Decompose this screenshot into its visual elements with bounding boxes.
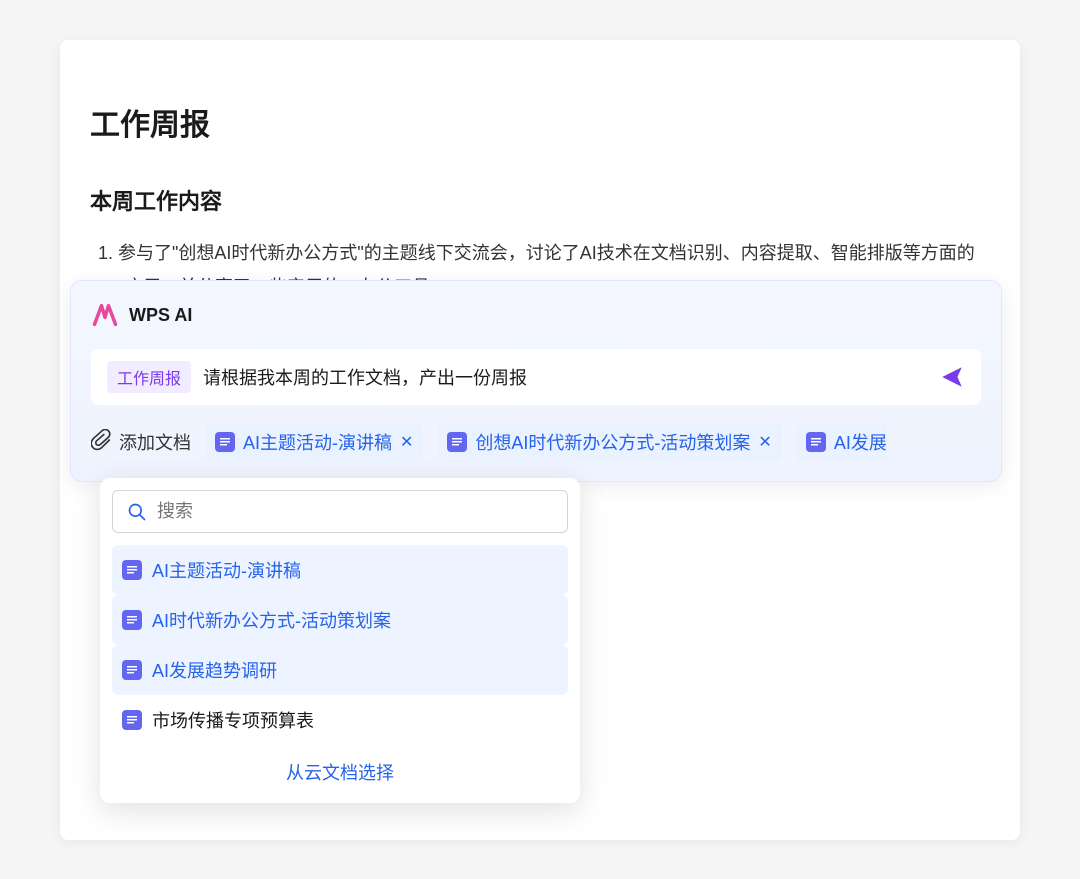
ai-prompt-text[interactable]: 请根据我本周的工作文档，产出一份周报 bbox=[203, 364, 927, 390]
search-item-label: AI时代新办公方式-活动策划案 bbox=[152, 607, 391, 633]
doc-title: 工作周报 bbox=[90, 100, 990, 144]
doc-chip[interactable]: AI主题活动-演讲稿 ✕ bbox=[205, 423, 423, 461]
document-search-dropdown: AI主题活动-演讲稿 AI时代新办公方式-活动策划案 AI发展趋势调研 市场传播… bbox=[100, 478, 580, 803]
search-item-label: AI主题活动-演讲稿 bbox=[152, 557, 301, 583]
document-icon bbox=[215, 432, 235, 452]
send-button[interactable] bbox=[939, 364, 965, 390]
document-icon bbox=[447, 432, 467, 452]
add-document-button[interactable]: 添加文档 bbox=[91, 429, 191, 456]
document-icon bbox=[122, 710, 142, 730]
doc-chip-label: AI发展 bbox=[834, 429, 887, 455]
ai-header: WPS AI bbox=[91, 301, 981, 329]
ai-panel: WPS AI 工作周报 请根据我本周的工作文档，产出一份周报 添加文档 AI主题… bbox=[70, 280, 1002, 482]
doc-chip-label: AI主题活动-演讲稿 bbox=[243, 429, 392, 455]
attachments-row: 添加文档 AI主题活动-演讲稿 ✕ 创想AI时代新办公方式-活动策划案 ✕ AI… bbox=[91, 423, 981, 461]
doc-chip[interactable]: AI发展 bbox=[796, 423, 887, 461]
search-item-label: AI发展趋势调研 bbox=[152, 657, 277, 683]
add-document-label: 添加文档 bbox=[119, 429, 191, 455]
document-container: 工作周报 本周工作内容 1. 参与了"创想AI时代新办公方式"的主题线下交流会，… bbox=[60, 40, 1020, 840]
attachment-icon bbox=[91, 429, 113, 456]
search-result-item[interactable]: 市场传播专项预算表 bbox=[112, 695, 568, 745]
chip-close-button[interactable]: ✕ bbox=[758, 432, 771, 452]
doc-section-title: 本周工作内容 bbox=[90, 184, 990, 216]
send-icon bbox=[939, 364, 965, 390]
ai-title: WPS AI bbox=[129, 305, 192, 326]
document-icon bbox=[806, 432, 826, 452]
chip-close-button[interactable]: ✕ bbox=[400, 432, 413, 452]
search-result-item[interactable]: AI发展趋势调研 bbox=[112, 645, 568, 695]
search-box[interactable] bbox=[112, 490, 568, 533]
document-icon bbox=[122, 610, 142, 630]
doc-chip-label: 创想AI时代新办公方式-活动策划案 bbox=[475, 429, 750, 455]
search-result-item[interactable]: AI主题活动-演讲稿 bbox=[112, 545, 568, 595]
list-marker: 1. bbox=[98, 243, 118, 263]
select-from-cloud-button[interactable]: 从云文档选择 bbox=[112, 745, 568, 791]
search-icon bbox=[127, 502, 147, 522]
document-icon bbox=[122, 560, 142, 580]
document-icon bbox=[122, 660, 142, 680]
search-result-item[interactable]: AI时代新办公方式-活动策划案 bbox=[112, 595, 568, 645]
doc-chip[interactable]: 创想AI时代新办公方式-活动策划案 ✕ bbox=[437, 423, 781, 461]
search-item-label: 市场传播专项预算表 bbox=[152, 707, 314, 733]
ai-input-row[interactable]: 工作周报 请根据我本周的工作文档，产出一份周报 bbox=[91, 349, 981, 405]
wps-ai-logo-icon bbox=[91, 301, 119, 329]
ai-prompt-tag[interactable]: 工作周报 bbox=[107, 361, 191, 393]
search-input[interactable] bbox=[157, 501, 553, 522]
